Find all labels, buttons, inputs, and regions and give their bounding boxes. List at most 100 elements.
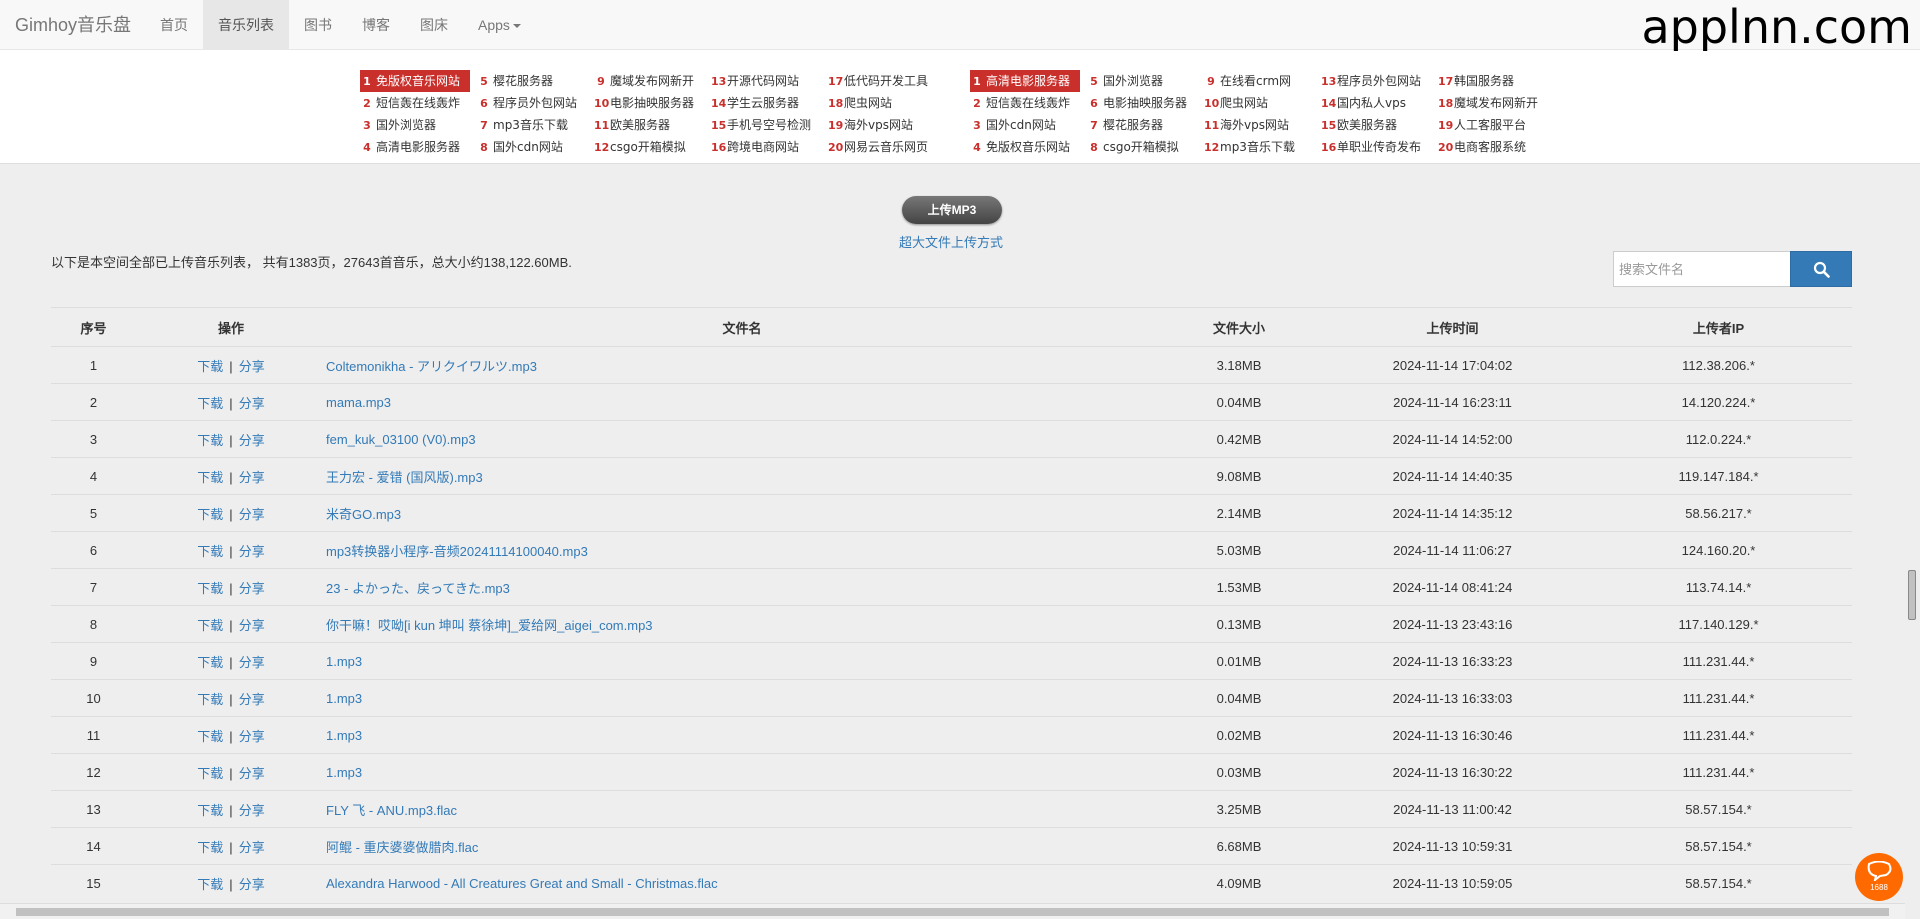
vertical-scrollbar-thumb[interactable] [1908, 570, 1916, 620]
share-link[interactable]: 分享 [239, 766, 265, 781]
ad-right-link[interactable]: 4 免版权音乐网站 [970, 136, 1088, 158]
download-link[interactable]: 下载 [197, 766, 223, 781]
nav-item-music-list[interactable]: 音乐列表 [203, 0, 289, 50]
share-link[interactable]: 分享 [239, 877, 265, 892]
share-link[interactable]: 分享 [239, 729, 265, 744]
ad-right-link[interactable]: 6 电影抽映服务器 [1087, 92, 1205, 114]
ad-left-link[interactable]: 10电影抽映服务器 [594, 92, 712, 114]
ad-left-link[interactable]: 4 高清电影服务器 [360, 136, 478, 158]
download-link[interactable]: 下载 [197, 618, 223, 633]
ad-left-link[interactable]: 6 程序员外包网站 [477, 92, 595, 114]
ad-right-link[interactable]: 7 樱花服务器 [1087, 114, 1205, 136]
ad-right-link[interactable]: 12mp3音乐下载 [1204, 136, 1322, 158]
horizontal-scrollbar[interactable] [0, 903, 1905, 919]
ad-right-link[interactable]: 3 国外cdn网站 [970, 114, 1088, 136]
filename-link[interactable]: mp3转换器小程序-音频20241114100040.mp3 [326, 544, 588, 559]
brand-logo[interactable]: Gimhoy音乐盘 [15, 0, 131, 50]
filename-link[interactable]: 1.mp3 [326, 654, 362, 669]
ad-right-link[interactable]: 19人工客服平台 [1438, 114, 1556, 136]
ad-left-link[interactable]: 1 免版权音乐网站 [360, 70, 470, 92]
ad-right-link[interactable]: 20电商客服系统 [1438, 136, 1556, 158]
ad-left-link[interactable]: 2 短信轰在线轰炸 [360, 92, 478, 114]
download-link[interactable]: 下载 [197, 877, 223, 892]
filename-link[interactable]: 1.mp3 [326, 691, 362, 706]
ad-left-link[interactable]: 16跨境电商网站 [711, 136, 829, 158]
ad-right-link[interactable]: 14国内私人vps [1321, 92, 1439, 114]
nav-item-apps-dropdown[interactable]: Apps [463, 0, 536, 50]
filename-link[interactable]: 王力宏 - 爱错 (国风版).mp3 [326, 470, 483, 485]
ad-right-link[interactable]: 8 csgo开箱模拟 [1087, 136, 1205, 158]
share-link[interactable]: 分享 [239, 692, 265, 707]
download-link[interactable]: 下载 [197, 359, 223, 374]
filename-link[interactable]: Coltemonikha - アリクイワルツ.mp3 [326, 359, 537, 374]
share-link[interactable]: 分享 [239, 433, 265, 448]
search-button[interactable] [1790, 251, 1852, 287]
nav-item-books[interactable]: 图书 [289, 0, 347, 50]
download-link[interactable]: 下载 [197, 729, 223, 744]
ad-right-link[interactable]: 13程序员外包网站 [1321, 70, 1439, 92]
download-link[interactable]: 下载 [197, 544, 223, 559]
download-link[interactable]: 下载 [197, 433, 223, 448]
filename-link[interactable]: 23 - よかった、戻ってきた.mp3 [326, 581, 510, 596]
download-link[interactable]: 下载 [197, 507, 223, 522]
ad-right-link[interactable]: 1 高清电影服务器 [970, 70, 1080, 92]
filename-link[interactable]: Alexandra Harwood - All Creatures Great … [326, 876, 718, 891]
share-link[interactable]: 分享 [239, 840, 265, 855]
nav-item-home[interactable]: 首页 [145, 0, 203, 50]
ad-left-link[interactable]: 5 樱花服务器 [477, 70, 595, 92]
ad-left-link[interactable]: 17低代码开发工具 [828, 70, 946, 92]
share-link[interactable]: 分享 [239, 618, 265, 633]
filename-link[interactable]: mama.mp3 [326, 395, 391, 410]
big-file-upload-link[interactable]: 超大文件上传方式 [899, 235, 1003, 250]
filename-link[interactable]: 你干嘛！哎呦[i kun 坤叫 蔡徐坤]_爱给网_aigei_com.mp3 [326, 618, 653, 633]
ad-left-link[interactable]: 14学生云服务器 [711, 92, 829, 114]
share-link[interactable]: 分享 [239, 581, 265, 596]
download-link[interactable]: 下载 [197, 655, 223, 670]
download-link[interactable]: 下载 [197, 803, 223, 818]
ad-left-link[interactable]: 20网易云音乐网页 [828, 136, 946, 158]
floating-chat-badge[interactable]: 1688 [1855, 853, 1903, 901]
ad-left-link[interactable]: 18爬虫网站 [828, 92, 946, 114]
ad-right-link[interactable]: 10爬虫网站 [1204, 92, 1322, 114]
upload-mp3-button[interactable]: 上传MP3 [902, 196, 1002, 224]
ad-left-link[interactable]: 12csgo开箱模拟 [594, 136, 712, 158]
nav-item-blog[interactable]: 博客 [347, 0, 405, 50]
share-link[interactable]: 分享 [239, 544, 265, 559]
ad-left-link[interactable]: 8 国外cdn网站 [477, 136, 595, 158]
filename-link[interactable]: 米奇GO.mp3 [326, 507, 401, 522]
download-link[interactable]: 下载 [197, 396, 223, 411]
ad-left-link[interactable]: 13开源代码网站 [711, 70, 829, 92]
ad-right-link[interactable]: 2 短信轰在线轰炸 [970, 92, 1088, 114]
ad-left-link[interactable]: 15手机号空号检测 [711, 114, 829, 136]
share-link[interactable]: 分享 [239, 507, 265, 522]
filename-link[interactable]: FLY 飞 - ANU.mp3.flac [326, 803, 457, 818]
ad-left-link[interactable]: 7 mp3音乐下载 [477, 114, 595, 136]
filename-link[interactable]: 阿鲲 - 重庆婆婆做腊肉.flac [326, 840, 478, 855]
filename-link[interactable]: 1.mp3 [326, 728, 362, 743]
share-link[interactable]: 分享 [239, 470, 265, 485]
ad-right-link[interactable]: 18魔域发布网新开 [1438, 92, 1556, 114]
share-link[interactable]: 分享 [239, 359, 265, 374]
share-link[interactable]: 分享 [239, 655, 265, 670]
nav-item-image-host[interactable]: 图床 [405, 0, 463, 50]
search-input[interactable] [1613, 251, 1791, 287]
ad-right-link[interactable]: 5 国外浏览器 [1087, 70, 1205, 92]
horizontal-scrollbar-thumb[interactable] [16, 908, 1889, 916]
ad-left-link[interactable]: 19海外vps网站 [828, 114, 946, 136]
filename-link[interactable]: fem_kuk_03100 (V0).mp3 [326, 432, 476, 447]
share-link[interactable]: 分享 [239, 803, 265, 818]
download-link[interactable]: 下载 [197, 692, 223, 707]
ad-left-link[interactable]: 3 国外浏览器 [360, 114, 478, 136]
ad-right-link[interactable]: 9 在线看crm网 [1204, 70, 1322, 92]
ad-left-link[interactable]: 9 魔域发布网新开 [594, 70, 712, 92]
download-link[interactable]: 下载 [197, 840, 223, 855]
download-link[interactable]: 下载 [197, 581, 223, 596]
filename-link[interactable]: 1.mp3 [326, 765, 362, 780]
ad-right-link[interactable]: 15欧美服务器 [1321, 114, 1439, 136]
ad-right-link[interactable]: 17韩国服务器 [1438, 70, 1556, 92]
download-link[interactable]: 下载 [197, 470, 223, 485]
ad-left-link[interactable]: 11欧美服务器 [594, 114, 712, 136]
share-link[interactable]: 分享 [239, 396, 265, 411]
ad-right-link[interactable]: 16单职业传奇发布 [1321, 136, 1439, 158]
ad-right-link[interactable]: 11海外vps网站 [1204, 114, 1322, 136]
